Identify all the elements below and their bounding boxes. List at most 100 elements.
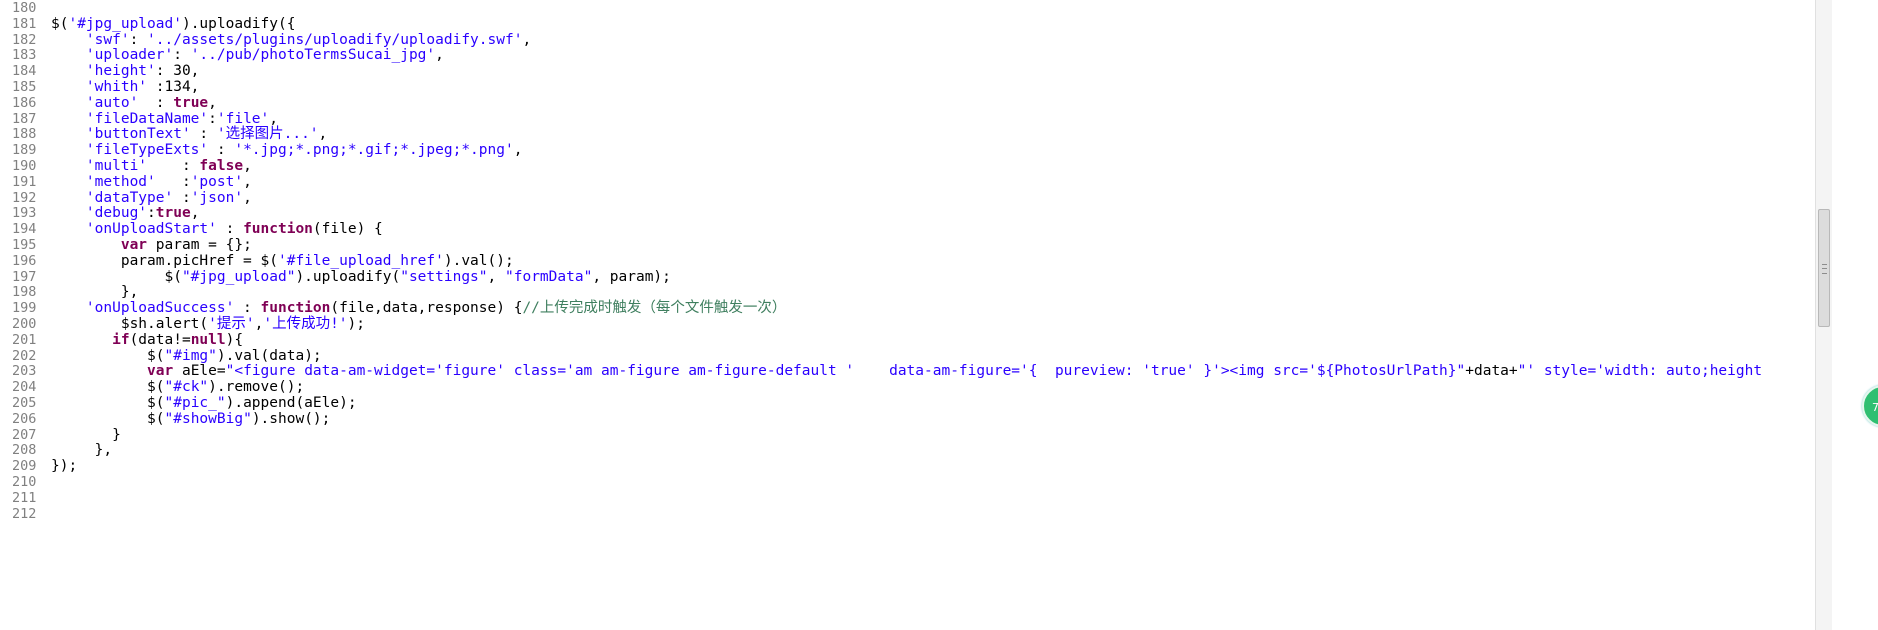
code-token: $( — [51, 379, 165, 396]
code-token: ); — [347, 316, 366, 332]
code-token: 'uploader' — [85, 47, 174, 64]
code-token: ){ — [225, 331, 244, 348]
code-token: 'file' — [216, 110, 270, 127]
code-token: : — [234, 300, 261, 317]
code-token: : — [216, 221, 244, 238]
code-token: : — [129, 31, 148, 48]
code-token: 'whith' — [85, 79, 148, 95]
code-line[interactable]: $("#jpg_upload").uploadify("settings", "… — [51, 268, 671, 287]
code-token: param.picHref = $( — [51, 252, 278, 269]
code-token: , — [190, 205, 200, 222]
code-token: "#img" — [164, 347, 217, 364]
code-token: 'onUploadStart' — [85, 221, 217, 238]
code-token: var — [120, 237, 148, 253]
code-token: '提示' — [208, 316, 255, 332]
code-token: , param); — [592, 268, 671, 285]
code-token: '../assets/plugins/uploadify/uploadify.s… — [147, 31, 523, 48]
code-token: var — [147, 363, 174, 380]
code-token: "#showBig" — [164, 410, 252, 427]
code-token: : — [208, 110, 217, 127]
code-token: , — [243, 158, 252, 174]
code-token: , — [435, 47, 444, 64]
code-token: function — [243, 221, 313, 238]
code-token: true — [173, 94, 209, 111]
code-line[interactable]: var aEle="<figure data-am-widget='figure… — [51, 362, 1762, 381]
code-token: "#ck" — [164, 379, 209, 396]
code-token: , — [513, 142, 523, 159]
right-pane — [1832, 0, 1878, 630]
code-token: $sh.alert( — [51, 316, 209, 332]
code-token: $( — [51, 347, 165, 364]
code-token: : — [138, 94, 174, 111]
code-token: 'swf' — [85, 31, 130, 48]
code-area[interactable]: $('#jpg_upload').uploadify({ 'swf': '../… — [51, 0, 1815, 630]
code-token: null — [190, 331, 226, 348]
code-token: true — [155, 205, 191, 222]
code-token: 'buttonText' — [85, 126, 191, 143]
code-token: : — [173, 189, 191, 206]
code-token: 'height' — [85, 63, 156, 80]
code-token: } — [51, 426, 121, 443]
code-token: : — [147, 158, 200, 174]
code-token: "settings" — [400, 268, 488, 285]
code-token: , — [269, 110, 278, 127]
code-token: '上传成功!' — [263, 316, 348, 332]
code-token: 'fileTypeExts' — [85, 142, 209, 159]
code-token: "#pic_" — [164, 395, 226, 411]
code-token: aEle= — [173, 363, 226, 380]
code-token: , — [243, 189, 252, 206]
code-token: 'auto' — [85, 94, 139, 111]
line-number: 212 — [12, 505, 37, 522]
code-token: $( — [51, 395, 165, 411]
code-token: , — [522, 31, 532, 48]
code-token: '#jpg_upload' — [68, 15, 182, 32]
code-token: param = {}; — [147, 237, 252, 253]
vertical-scrollbar[interactable] — [1815, 0, 1832, 630]
code-token: , — [208, 94, 217, 111]
code-token: '../pub/photoTermsSucai_jpg' — [190, 47, 436, 64]
code-token: : — [190, 126, 217, 143]
code-token: ).uploadify( — [295, 268, 401, 285]
code-token: "#jpg_upload" — [181, 268, 296, 285]
code-editor[interactable]: 180 181 182 183 184 185 186 187 188 189 190 191 192 1… — [0, 0, 1815, 630]
code-token: ).remove(); — [208, 379, 305, 396]
code-token: ).show(); — [251, 410, 331, 427]
code-token: ).val(data); — [216, 347, 322, 364]
code-token: : — [147, 205, 156, 222]
code-token: , — [318, 126, 328, 143]
code-token: :134, — [147, 79, 200, 95]
code-token: function — [260, 300, 331, 317]
code-token: 'post' — [190, 173, 244, 190]
code-token: , — [487, 268, 505, 285]
code-token: false — [199, 158, 244, 174]
code-token: '选择图片...' — [216, 126, 319, 143]
code-token: 'onUploadSuccess' — [85, 300, 235, 317]
code-line[interactable]: }); — [51, 457, 77, 476]
code-token: '#file_upload_href' — [277, 252, 444, 269]
code-token: $( — [51, 15, 69, 32]
code-token: "<figure data-am-widget='figure' class='… — [225, 363, 1466, 380]
code-token: }, — [51, 442, 113, 459]
line-number-gutter: 180 181 182 183 184 185 186 187 188 189 190 191 192 1… — [0, 0, 44, 630]
code-token: $( — [51, 410, 165, 427]
code-token: }, — [51, 284, 139, 301]
code-token: }); — [51, 458, 78, 475]
code-token: (file) { — [312, 221, 383, 238]
code-token: ).uploadify({ — [181, 15, 296, 32]
scrollbar-thumb[interactable] — [1818, 209, 1830, 327]
